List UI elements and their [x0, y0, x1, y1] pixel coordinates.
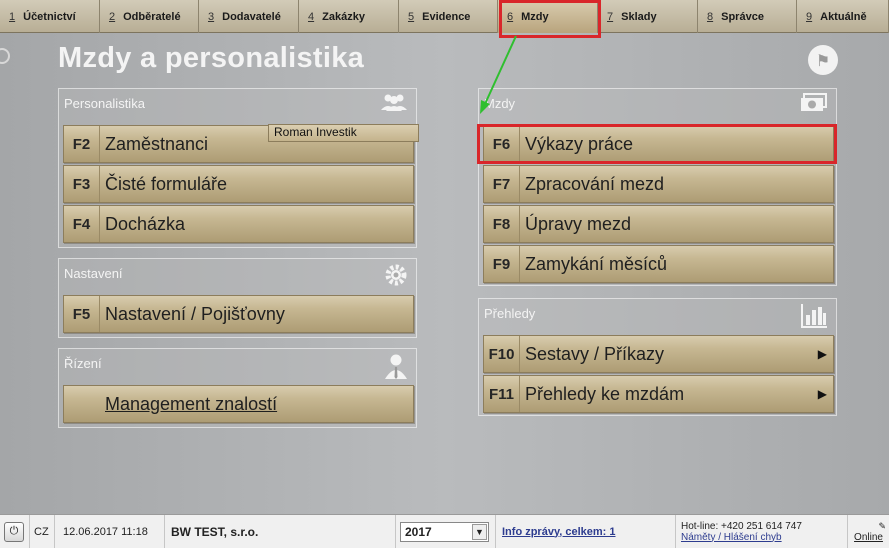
panel-nastaveni: Nastavení F5 Nastavení / Pojišťovny	[58, 258, 417, 338]
vykazy-highlight-box	[477, 124, 837, 164]
ciste-formulare-button[interactable]: F3 Čisté formuláře	[63, 165, 414, 203]
datetime: 12.06.2017 11:18	[55, 515, 165, 548]
submenu-arrow-icon: ▶	[817, 347, 827, 361]
hotline-text: Hot-line: +420 251 614 747	[681, 520, 802, 532]
panel-title: Personalistika	[59, 89, 416, 119]
manager-icon	[384, 353, 408, 384]
tooltip: Roman Investik	[268, 124, 419, 142]
panel-title: Mzdy	[479, 89, 836, 119]
year-cell: 2017 ▼	[396, 515, 496, 548]
tab-zakazky[interactable]: 4 Zakázky	[299, 0, 399, 33]
tab-spravce[interactable]: 8 Správce	[698, 0, 797, 33]
zpracovani-mezd-button[interactable]: F7 Zpracování mezd	[483, 165, 834, 203]
submenu-arrow-icon: ▶	[817, 387, 827, 401]
page-title: Mzdy a personalistika	[58, 42, 365, 74]
panel-title: Nastavení	[59, 259, 416, 289]
money-icon	[800, 93, 828, 118]
status-bar: ⏻ CZ 12.06.2017 11:18 BW TEST, s.r.o. 20…	[0, 514, 889, 548]
eraser-icon: ✎	[878, 520, 886, 531]
feedback-link[interactable]: Náměty / Hlášení chyb	[681, 532, 782, 543]
tab-aktualne[interactable]: 9 Aktuálně	[797, 0, 889, 33]
prehledy-ke-mzdam-button[interactable]: F11 Přehledy ke mzdám ▶	[483, 375, 834, 413]
tab-ucetnictvi[interactable]: 1 Účetnictví	[0, 0, 100, 33]
tab-dodavatele[interactable]: 3 Dodavatelé	[199, 0, 299, 33]
chevron-down-icon[interactable]: ▼	[472, 523, 487, 540]
zamykani-mesicu-button[interactable]: F9 Zamykání měsíců	[483, 245, 834, 283]
hotline-cell: Hot-line: +420 251 614 747 Náměty / Hláš…	[676, 515, 848, 548]
management-znalosti-button[interactable]: Management znalostí	[63, 385, 414, 423]
online-cell: ✎ Online	[848, 515, 889, 548]
tab-highlight-box	[499, 0, 601, 38]
dochazka-button[interactable]: F4 Docházka	[63, 205, 414, 243]
panel-title: Řízení	[59, 349, 416, 379]
power-cell: ⏻	[0, 515, 30, 548]
online-status[interactable]: Online	[854, 532, 883, 543]
nastaveni-pojistovny-button[interactable]: F5 Nastavení / Pojišťovny	[63, 295, 414, 333]
gear-icon	[384, 263, 408, 292]
panel-mzdy: Mzdy F6 Výkazy práce F7 Zpracování mezd …	[478, 88, 837, 286]
info-cell: Info zprávy, celkem: 1	[496, 515, 676, 548]
people-icon	[380, 93, 408, 116]
bar-chart-icon	[800, 303, 828, 334]
tab-sklady[interactable]: 7 Sklady	[598, 0, 698, 33]
refresh-icon[interactable]	[0, 48, 10, 64]
panel-title: Přehledy	[479, 299, 836, 329]
panel-personalistika: Personalistika F2 Zaměstnanci F3 Čisté f…	[58, 88, 417, 248]
tab-evidence[interactable]: 5 Evidence	[399, 0, 498, 33]
info-messages-link[interactable]: Info zprávy, celkem: 1	[502, 526, 616, 538]
sestavy-prikazy-button[interactable]: F10 Sestavy / Příkazy ▶	[483, 335, 834, 373]
panel-prehledy: Přehledy F10 Sestavy / Příkazy ▶ F11 Pře…	[478, 298, 837, 416]
upravy-mezd-button[interactable]: F8 Úpravy mezd	[483, 205, 834, 243]
language-indicator[interactable]: CZ	[30, 515, 55, 548]
star-flag-icon[interactable]: ⚑	[808, 45, 838, 75]
power-icon[interactable]: ⏻	[4, 521, 24, 542]
top-menu: 1 Účetnictví 2 Odběratelé 3 Dodavatelé 4 Zak…	[0, 0, 889, 33]
company-name: BW TEST, s.r.o.	[165, 515, 396, 548]
panel-rizeni: Řízení Management znalostí	[58, 348, 417, 428]
tab-odberatele[interactable]: 2 Odběratelé	[100, 0, 199, 33]
year-select[interactable]: 2017 ▼	[400, 521, 489, 542]
